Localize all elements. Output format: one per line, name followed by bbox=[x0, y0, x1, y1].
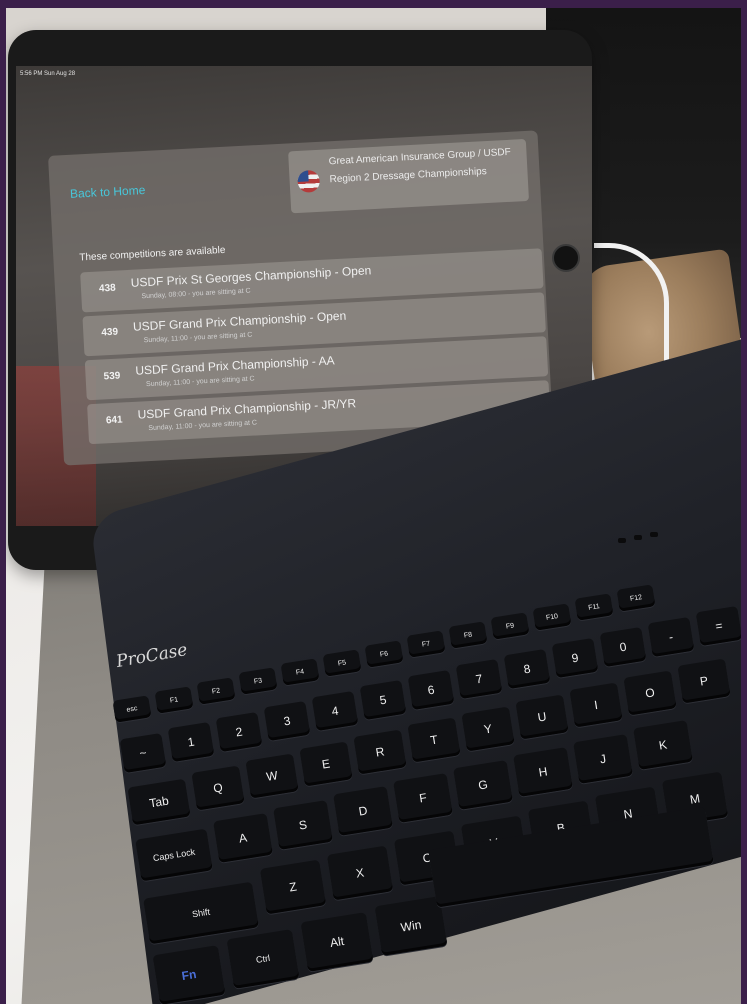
key-u[interactable]: U bbox=[515, 694, 569, 740]
key-[interactable]: - bbox=[647, 616, 695, 657]
competition-name: USDF Grand Prix Championship - AA bbox=[134, 353, 335, 378]
key-g[interactable]: G bbox=[453, 760, 513, 810]
key-o[interactable]: O bbox=[623, 670, 677, 716]
competition-name: USDF Prix St Georges Championship - Open bbox=[130, 263, 372, 290]
key-p[interactable]: P bbox=[677, 658, 731, 704]
key-w[interactable]: W bbox=[245, 753, 299, 799]
competition-subtitle: Sunday, 11:00 - you are sitting at C bbox=[145, 375, 255, 389]
key-2[interactable]: 2 bbox=[215, 711, 263, 752]
competition-name: USDF Grand Prix Championship - JR/YR bbox=[137, 396, 357, 422]
keyboard-indicator-light bbox=[650, 532, 658, 537]
competition-number: 438 bbox=[98, 282, 116, 295]
key-[interactable]: ~ bbox=[119, 732, 167, 774]
key-i[interactable]: I bbox=[569, 682, 623, 728]
competition-number: 539 bbox=[103, 370, 121, 383]
competition-name: USDF Grand Prix Championship - Open bbox=[132, 308, 347, 334]
competition-number: 641 bbox=[105, 414, 123, 427]
competition-number: 439 bbox=[101, 326, 119, 339]
key-r[interactable]: R bbox=[353, 729, 407, 775]
key-0[interactable]: 0 bbox=[599, 627, 647, 668]
key-h[interactable]: H bbox=[513, 746, 573, 797]
key-1[interactable]: 1 bbox=[167, 722, 215, 763]
key-d[interactable]: D bbox=[333, 786, 393, 837]
key-y[interactable]: Y bbox=[461, 705, 515, 752]
key-z[interactable]: Z bbox=[259, 859, 327, 915]
available-heading: These competitions are available bbox=[79, 244, 226, 264]
key-5[interactable]: 5 bbox=[359, 680, 407, 721]
key-win[interactable]: Win bbox=[374, 896, 448, 957]
key-3[interactable]: 3 bbox=[263, 701, 311, 742]
key-fn[interactable]: Fn bbox=[152, 945, 226, 1004]
us-flag-icon bbox=[297, 169, 321, 193]
key-q[interactable]: Q bbox=[191, 765, 245, 811]
key-k[interactable]: K bbox=[633, 720, 693, 771]
event-title: Great American Insurance Group / USDF Re… bbox=[328, 146, 512, 186]
keyboard-indicator-light bbox=[618, 538, 626, 543]
key-4[interactable]: 4 bbox=[311, 690, 359, 731]
key-7[interactable]: 7 bbox=[455, 659, 503, 700]
key-ctrl[interactable]: Ctrl bbox=[226, 928, 300, 989]
competition-subtitle: Sunday, 11:00 - you are sitting at C bbox=[148, 419, 258, 433]
home-button[interactable] bbox=[552, 244, 580, 272]
key-9[interactable]: 9 bbox=[551, 637, 599, 679]
key-8[interactable]: 8 bbox=[503, 648, 551, 689]
key-e[interactable]: E bbox=[299, 741, 353, 787]
key-t[interactable]: T bbox=[407, 717, 461, 763]
status-time: 5:56 PM Sun Aug 28 bbox=[20, 71, 76, 77]
key-x[interactable]: X bbox=[326, 845, 394, 900]
key-6[interactable]: 6 bbox=[407, 669, 455, 710]
key-a[interactable]: A bbox=[213, 812, 273, 863]
event-card: Great American Insurance Group / USDF Re… bbox=[288, 138, 530, 214]
competition-subtitle: Sunday, 11:00 - you are sitting at C bbox=[143, 331, 253, 345]
photo: 5:56 PM Sun Aug 28 Back to Home Great Am… bbox=[6, 8, 741, 1004]
key-j[interactable]: J bbox=[573, 733, 633, 784]
keyboard-indicator-light bbox=[634, 535, 642, 540]
back-to-home-link[interactable]: Back to Home bbox=[70, 183, 146, 201]
key-[interactable]: = bbox=[695, 606, 741, 647]
competition-subtitle: Sunday, 08:00 - you are sitting at C bbox=[141, 287, 251, 301]
key-f[interactable]: F bbox=[393, 773, 453, 824]
status-bar: 5:56 PM Sun Aug 28 bbox=[20, 68, 584, 82]
key-s[interactable]: S bbox=[273, 799, 333, 850]
